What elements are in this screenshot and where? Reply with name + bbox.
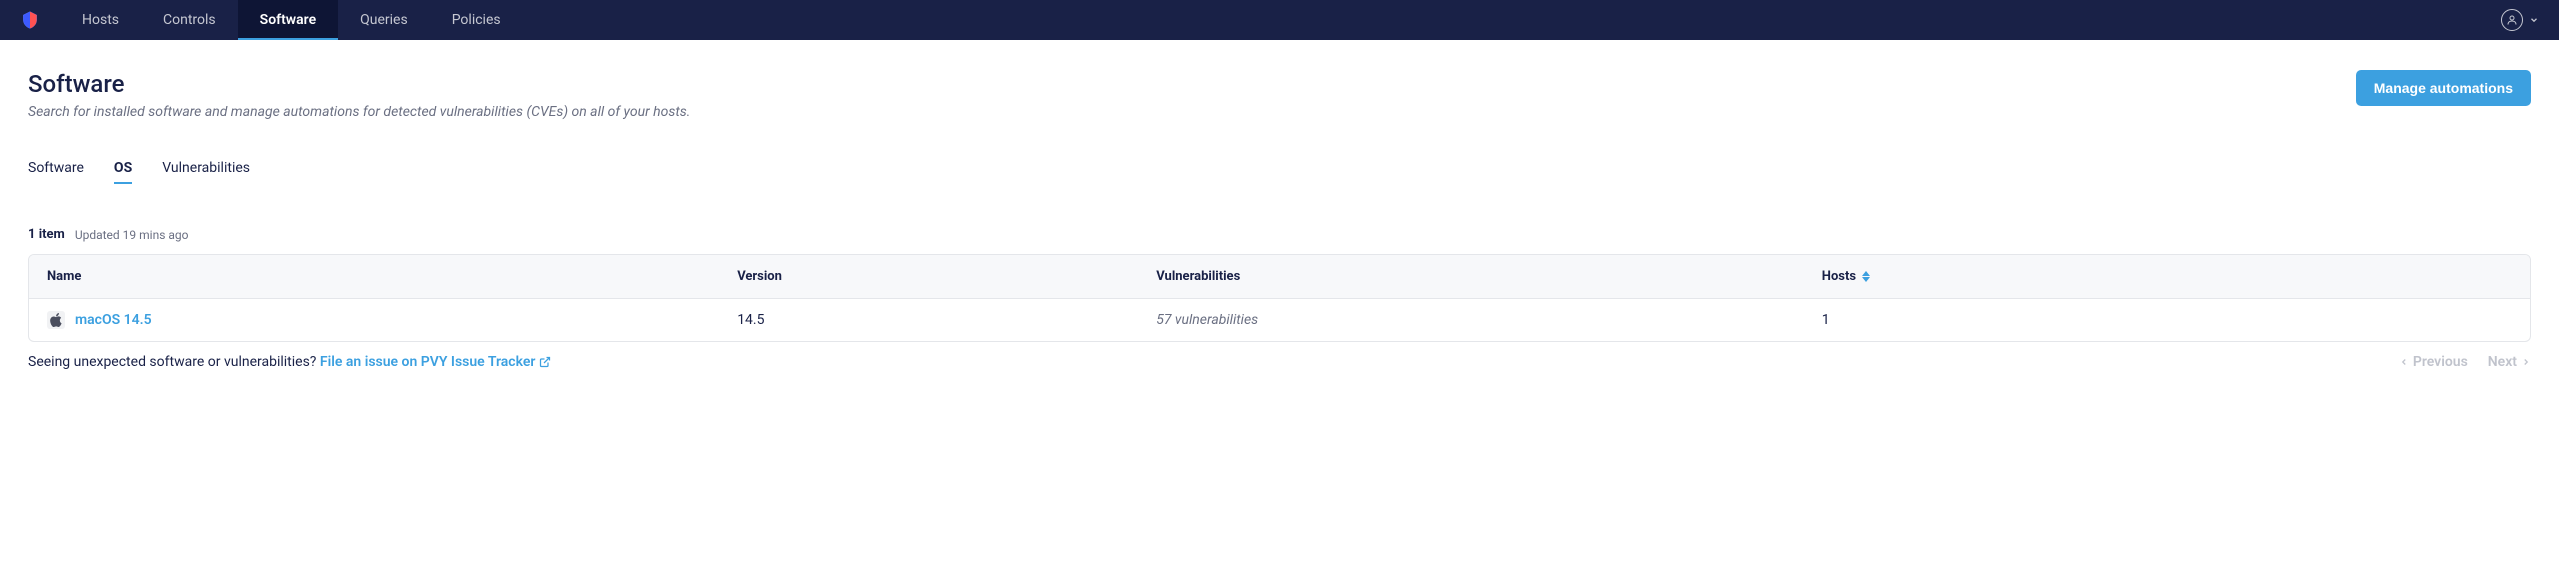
sort-icon [1862, 271, 1870, 282]
os-name-link[interactable]: macOS 14.5 [75, 312, 152, 328]
page-header: Software Search for installed software a… [28, 70, 2531, 120]
hosts-label: Hosts [1822, 269, 1856, 284]
cell-version: 14.5 [737, 312, 1156, 328]
item-count: 1 item [28, 227, 65, 242]
prev-label: Previous [2413, 354, 2468, 370]
table-header: Name Version Vulnerabilities Hosts [29, 255, 2530, 299]
cell-vulnerabilities: 57 vulnerabilities [1156, 312, 1822, 328]
tab-vulnerabilities[interactable]: Vulnerabilities [162, 160, 250, 182]
nav-policies[interactable]: Policies [430, 0, 523, 40]
logo[interactable] [20, 10, 40, 30]
os-table: Name Version Vulnerabilities Hosts macOS… [28, 254, 2531, 342]
external-link-icon [539, 356, 551, 368]
col-header-hosts[interactable]: Hosts [1822, 269, 2512, 284]
next-button[interactable]: Next [2488, 354, 2531, 370]
footer-prompt: Seeing unexpected software or vulnerabil… [28, 354, 551, 370]
sub-tabs: Software OS Vulnerabilities [28, 160, 2531, 182]
nav-items: Hosts Controls Software Queries Policies [60, 0, 523, 40]
file-issue-label: File an issue on PVY Issue Tracker [320, 354, 536, 370]
col-header-vulnerabilities[interactable]: Vulnerabilities [1156, 269, 1822, 284]
tab-software[interactable]: Software [28, 160, 84, 182]
nav-left: Hosts Controls Software Queries Policies [20, 0, 523, 40]
chevron-left-icon [2399, 357, 2409, 367]
table-row[interactable]: macOS 14.5 14.5 57 vulnerabilities 1 [29, 299, 2530, 341]
next-label: Next [2488, 354, 2517, 370]
top-navigation: Hosts Controls Software Queries Policies [0, 0, 2559, 40]
avatar-icon [2501, 9, 2523, 31]
meta-row: 1 item Updated 19 mins ago [28, 227, 2531, 242]
tab-os[interactable]: OS [114, 160, 132, 182]
footer-text: Seeing unexpected software or vulnerabil… [28, 354, 320, 370]
file-issue-link[interactable]: File an issue on PVY Issue Tracker [320, 354, 552, 370]
main-content: Software Search for installed software a… [0, 40, 2559, 400]
chevron-right-icon [2521, 357, 2531, 367]
nav-hosts[interactable]: Hosts [60, 0, 141, 40]
nav-controls[interactable]: Controls [141, 0, 238, 40]
nav-software[interactable]: Software [238, 0, 338, 40]
page-subtitle: Search for installed software and manage… [28, 104, 690, 120]
vulnerabilities-link[interactable]: 57 vulnerabilities [1156, 312, 1258, 328]
prev-button[interactable]: Previous [2399, 354, 2468, 370]
pagination: Previous Next [2399, 354, 2531, 370]
col-header-version[interactable]: Version [737, 269, 1156, 284]
cell-name: macOS 14.5 [47, 311, 737, 329]
apple-icon [47, 311, 65, 329]
footer-row: Seeing unexpected software or vulnerabil… [28, 354, 2531, 370]
user-menu[interactable] [2501, 9, 2539, 31]
manage-automations-button[interactable]: Manage automations [2356, 70, 2531, 106]
updated-time: Updated 19 mins ago [75, 228, 189, 242]
chevron-down-icon [2529, 15, 2539, 25]
cell-hosts: 1 [1822, 312, 2512, 328]
col-header-name[interactable]: Name [47, 269, 737, 284]
nav-queries[interactable]: Queries [338, 0, 430, 40]
header-text: Software Search for installed software a… [28, 70, 690, 120]
page-title: Software [28, 70, 690, 98]
